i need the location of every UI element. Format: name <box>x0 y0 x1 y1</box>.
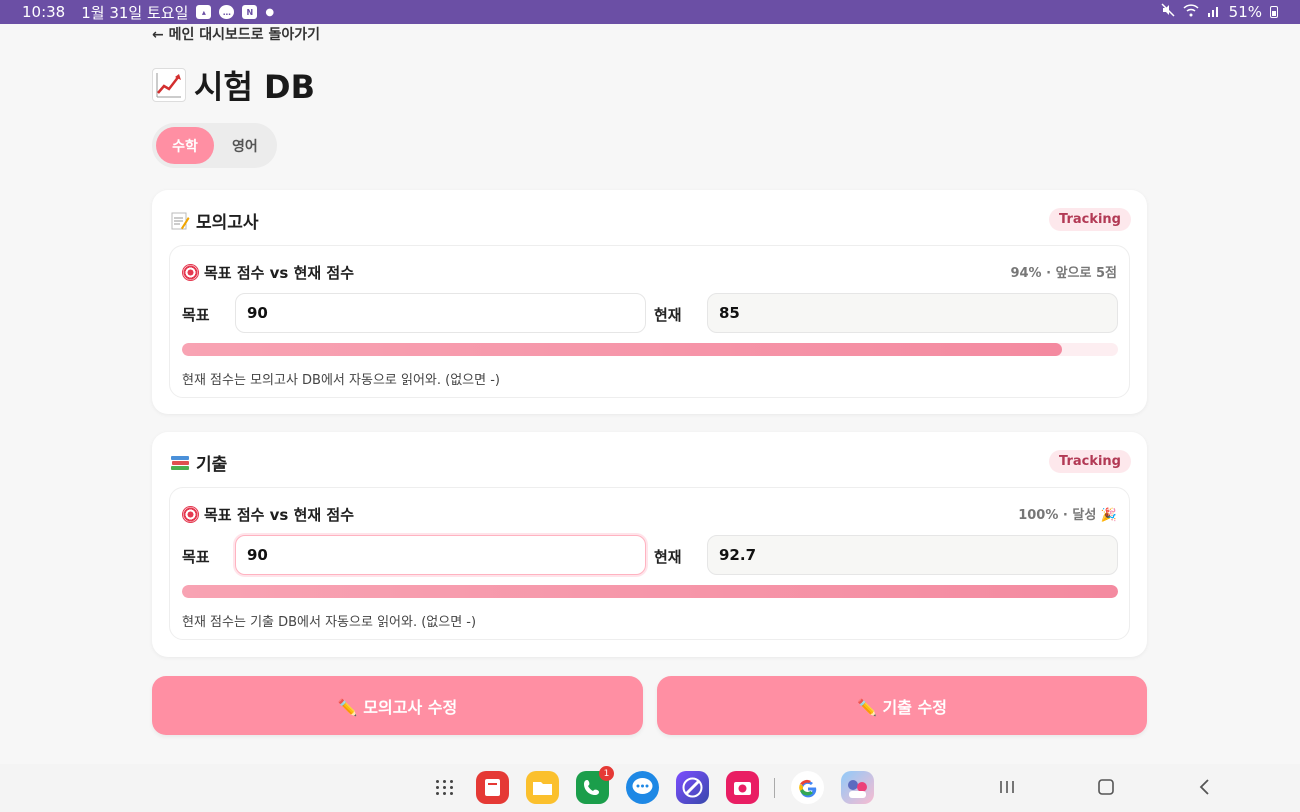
battery-icon <box>1270 6 1278 18</box>
card-header: 기출 <box>170 450 227 475</box>
status-date: 1월 31일 토요일 <box>81 3 189 22</box>
target-label: 목표 <box>182 306 210 324</box>
phone-notification-badge: 1 <box>599 766 614 781</box>
tracking-badge: Tracking <box>1049 208 1131 231</box>
target-icon <box>182 264 199 281</box>
score-panel: 목표 점수 vs 현재 점수 94% · 앞으로 5점 목표 90 현재 85 … <box>169 245 1130 398</box>
progress-fill <box>182 343 1062 356</box>
tab-math[interactable]: 수학 <box>156 127 214 164</box>
files-app-icon[interactable] <box>526 771 559 804</box>
section-title: 목표 점수 vs 현재 점수 <box>204 506 354 524</box>
camera-app-icon[interactable] <box>726 771 759 804</box>
progress-text: 100% · 달성 🎉 <box>1018 508 1117 523</box>
gallery-icon: ▴ <box>196 5 212 19</box>
current-score-field: 92.7 <box>707 535 1118 575</box>
progress-text: 94% · 앞으로 5점 <box>1010 266 1117 281</box>
tracking-badge: Tracking <box>1049 450 1131 473</box>
score-panel-title: 목표 점수 vs 현재 점수 <box>182 262 354 283</box>
page-title: 시험 DB <box>152 62 315 108</box>
naver-icon: N <box>242 5 258 19</box>
page-title-text: 시험 DB <box>194 68 315 106</box>
status-bar-left: 10:38 1월 31일 토요일 ▴ … N ● <box>22 2 274 23</box>
card-title: 모의고사 <box>196 213 259 233</box>
home-button[interactable] <box>1096 776 1116 802</box>
past-exam-card: 기출 Tracking 목표 점수 vs 현재 점수 100% · 달성 🎉 목… <box>152 432 1147 657</box>
section-title: 목표 점수 vs 현재 점수 <box>204 264 354 282</box>
back-button[interactable] <box>1196 776 1214 802</box>
target-label: 목표 <box>182 548 210 566</box>
current-score-field: 85 <box>707 293 1118 333</box>
status-bar: 10:38 1월 31일 토요일 ▴ … N ● 51% <box>0 0 1300 24</box>
nav-divider <box>774 778 775 798</box>
card-title: 기출 <box>196 455 228 475</box>
apps-grid-icon[interactable] <box>436 780 456 796</box>
phone-app-icon[interactable]: 1 <box>576 766 614 804</box>
edit-past-exam-button[interactable]: ✏️ 기출 수정 <box>657 676 1147 735</box>
current-label: 현재 <box>654 548 682 566</box>
card-header: 모의고사 <box>170 208 259 233</box>
back-to-dashboard-link[interactable]: ← 메인 대시보드로 돌아가기 <box>152 24 320 44</box>
mock-exam-card: 모의고사 Tracking 목표 점수 vs 현재 점수 94% · 앞으로 5… <box>152 190 1147 414</box>
game-app-icon[interactable] <box>841 771 874 804</box>
memo-icon <box>170 211 190 231</box>
books-icon <box>170 453 190 473</box>
wifi-icon <box>1183 3 1199 21</box>
score-panel-title: 목표 점수 vs 현재 점수 <box>182 504 354 525</box>
subject-tabs: 수학 영어 <box>152 123 277 168</box>
mute-icon <box>1161 3 1175 21</box>
edit-mock-exam-button[interactable]: ✏️ 모의고사 수정 <box>152 676 643 735</box>
more-notifications-icon: ● <box>265 6 275 18</box>
target-score-input[interactable]: 90 <box>235 293 646 333</box>
progress-bar <box>182 343 1118 356</box>
status-time: 10:38 <box>22 3 66 21</box>
target-score-input[interactable]: 90 <box>235 535 646 575</box>
talk-icon: … <box>219 5 235 19</box>
target-icon <box>182 506 199 523</box>
signal-icon <box>1207 3 1221 21</box>
current-label: 현재 <box>654 306 682 324</box>
system-nav-bar: 1 <box>0 764 1300 812</box>
tab-english[interactable]: 영어 <box>218 127 272 164</box>
chart-increasing-icon <box>152 68 186 102</box>
helper-note: 현재 점수는 모의고사 DB에서 자동으로 읽어와. (없으면 -) <box>182 373 500 388</box>
battery-percent: 51% <box>1228 3 1262 21</box>
score-panel: 목표 점수 vs 현재 점수 100% · 달성 🎉 목표 90 현재 92.7… <box>169 487 1130 640</box>
google-app-icon[interactable] <box>791 771 824 804</box>
status-bar-right: 51% <box>1161 3 1278 21</box>
helper-note: 현재 점수는 기출 DB에서 자동으로 읽어와. (없으면 -) <box>182 615 477 630</box>
progress-fill <box>182 585 1118 598</box>
messages-app-icon[interactable] <box>626 771 659 804</box>
notes-app-icon[interactable] <box>476 771 509 804</box>
progress-bar <box>182 585 1118 598</box>
internet-app-icon[interactable] <box>676 771 709 804</box>
recent-apps-button[interactable] <box>998 776 1016 802</box>
